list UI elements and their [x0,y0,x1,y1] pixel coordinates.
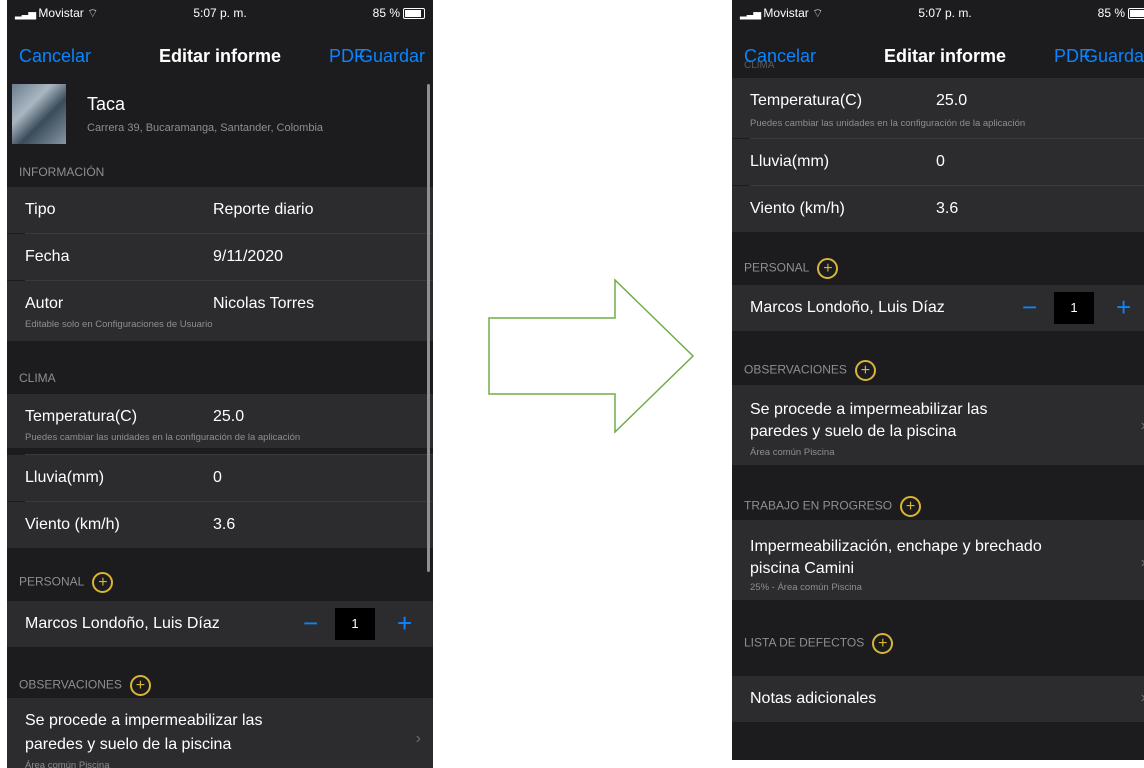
battery-label: 85 % [1097,6,1125,20]
phone-screen-before: ▂▃▅ Movistar ⌔ 5:07 p. m. 85 % Cancelar … [7,0,433,768]
personal-header-label: PERSONAL [19,574,85,589]
battery-icon [403,8,425,20]
nav-bar: Cancelar Editar informe PDF Guardar [732,34,1144,78]
cancel-button[interactable]: Cancelar [19,46,91,67]
observacion-note: Área común Piscina [750,447,835,458]
increment-button[interactable]: + [1116,294,1131,320]
section-header-defectos: LISTA DE DEFECTOS + [744,633,894,654]
section-header-clima-partial: CLIMA [744,60,775,71]
section-header-personal: PERSONAL + [19,572,114,593]
row-personal[interactable]: Marcos Londoño, Luis Díaz − 1 + [732,285,1144,331]
decrement-button[interactable]: − [1022,294,1037,320]
fecha-label: Fecha [25,248,70,265]
battery-icon [1128,8,1144,20]
observaciones-header-label: OBSERVACIONES [744,362,847,377]
observaciones-header-label: OBSERVACIONES [19,677,122,692]
section-header-observaciones: OBSERVACIONES + [744,360,876,381]
status-bar: ▂▃▅ Movistar ⌔ 5:07 p. m. 85 % [732,0,1144,34]
row-notas[interactable]: Notas adicionales › [732,676,1144,722]
add-defecto-button[interactable]: + [872,633,894,654]
project-name[interactable]: Taca [87,94,125,115]
add-trabajo-button[interactable]: + [900,496,922,517]
personal-names: Marcos Londoño, Luis Díaz [25,615,220,632]
trabajo-header-label: TRABAJO EN PROGRESO [744,498,893,513]
decrement-button[interactable]: − [303,610,318,636]
row-lluvia[interactable]: Lluvia(mm) 0 [732,139,1144,185]
tipo-value: Reporte diario [213,201,314,218]
viento-label: Viento (km/h) [750,200,845,217]
project-address: Carrera 39, Bucaramanga, Santander, Colo… [87,122,324,134]
autor-note: Editable solo en Configuraciones de Usua… [25,319,213,330]
row-viento[interactable]: Viento (km/h) 3.6 [7,502,433,548]
notas-label: Notas adicionales [750,690,877,707]
row-viento[interactable]: Viento (km/h) 3.6 [732,186,1144,232]
trabajo-line2: piscina Camini [750,560,855,577]
phone-screen-after: ▂▃▅ Movistar ⌔ 5:07 p. m. 85 % Cancelar … [732,0,1144,760]
right-arrow-icon [488,278,695,434]
temperatura-note: Puedes cambiar las unidades en la config… [750,118,1026,129]
row-tipo[interactable]: Tipo Reporte diario [7,187,433,233]
autor-label: Autor [25,295,64,312]
personal-count[interactable]: 1 [1054,292,1094,324]
observacion-note: Área común Piscina [25,760,110,768]
section-header-clima: CLIMA [19,371,56,385]
add-observacion-button[interactable]: + [854,360,876,381]
section-header-trabajo: TRABAJO EN PROGRESO + [744,496,922,517]
viento-value: 3.6 [213,516,236,533]
trabajo-note: 25% - Área común Piscina [750,582,862,593]
row-temperatura[interactable]: Temperatura(C) 25.0 Puedes cambiar las u… [7,394,433,448]
row-trabajo[interactable]: Impermeabilización, enchape y brechado p… [732,520,1144,600]
observacion-line1: Se procede a impermeabilizar las [750,401,988,418]
scrollbar[interactable] [427,84,430,572]
personal-count[interactable]: 1 [335,608,375,640]
observacion-line2: paredes y suelo de la piscina [25,736,232,753]
lluvia-label: Lluvia(mm) [25,469,105,486]
battery: 85 % [373,6,425,20]
temperatura-label: Temperatura(C) [750,92,863,109]
battery-label: 85 % [372,6,400,20]
viento-label: Viento (km/h) [25,516,120,533]
temperatura-value: 25.0 [213,408,245,425]
clock: 5:07 p. m. [193,6,247,20]
observacion-line1: Se procede a impermeabilizar las [25,712,263,729]
section-header-observaciones: OBSERVACIONES + [19,675,151,696]
row-autor: Autor Nicolas Torres Editable solo en Co… [7,281,433,341]
temperatura-value: 25.0 [936,92,968,109]
row-temperatura[interactable]: Temperatura(C) 25.0 Puedes cambiar las u… [732,78,1144,138]
viento-value: 3.6 [936,200,959,217]
fecha-value: 9/11/2020 [213,248,283,265]
status-bar: ▂▃▅ Movistar ⌔ 5:07 p. m. 85 % [7,0,433,34]
project-thumbnail [12,84,66,144]
trabajo-line1: Impermeabilización, enchape y brechado [750,538,1042,555]
autor-value: Nicolas Torres [213,295,315,312]
row-observacion[interactable]: Se procede a impermeabilizar las paredes… [7,698,433,768]
personal-header-label: PERSONAL [744,260,810,275]
add-personal-button[interactable]: + [817,258,839,279]
defectos-header-label: LISTA DE DEFECTOS [744,635,865,650]
save-button[interactable]: Guardar [359,46,425,67]
row-lluvia[interactable]: Lluvia(mm) 0 [7,455,433,501]
row-fecha[interactable]: Fecha 9/11/2020 [7,234,433,280]
lluvia-value: 0 [936,153,945,170]
temperatura-note: Puedes cambiar las unidades en la config… [25,432,301,443]
add-observacion-button[interactable]: + [129,675,151,696]
lluvia-value: 0 [213,469,222,486]
increment-button[interactable]: + [397,610,412,636]
row-observacion[interactable]: Se procede a impermeabilizar las paredes… [732,385,1144,465]
personal-names: Marcos Londoño, Luis Díaz [750,299,945,316]
lluvia-label: Lluvia(mm) [750,153,830,170]
save-button[interactable]: Guardar [1084,46,1144,67]
row-personal[interactable]: Marcos Londoño, Luis Díaz − 1 + [7,601,433,647]
observacion-line2: paredes y suelo de la piscina [750,423,957,440]
section-header-personal: PERSONAL + [744,258,839,279]
battery: 85 % [1098,6,1144,20]
clock: 5:07 p. m. [918,6,972,20]
add-personal-button[interactable]: + [92,572,114,593]
nav-bar: Cancelar Editar informe PDF Guardar [7,34,433,78]
temperatura-label: Temperatura(C) [25,408,138,425]
section-header-info: INFORMACIÓN [19,165,105,179]
chevron-right-icon: › [415,730,421,747]
tipo-label: Tipo [25,201,56,218]
